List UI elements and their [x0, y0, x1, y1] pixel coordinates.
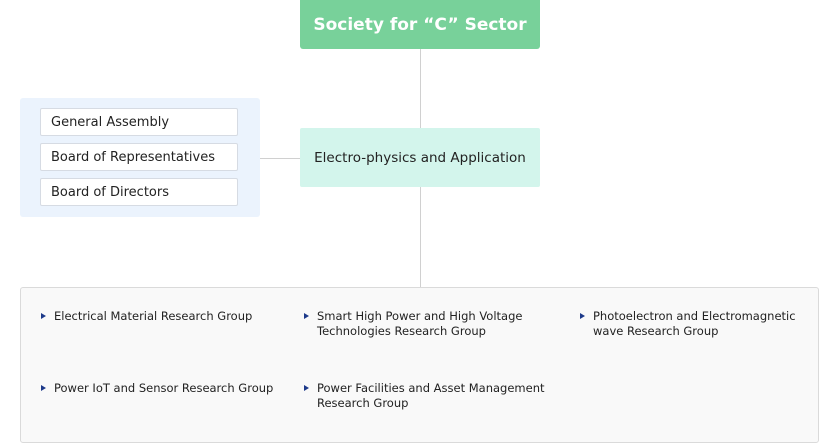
bullet-triangle-icon [41, 313, 46, 319]
group-label: Power IoT and Sensor Research Group [54, 381, 273, 396]
group-smart-high-power: Smart High Power and High Voltage Techno… [304, 309, 522, 339]
bullet-triangle-icon [304, 385, 309, 391]
group-label-line: wave Research Group [593, 324, 719, 338]
society-title: Society for “C” Sector [313, 14, 527, 35]
group-electrical-material: Electrical Material Research Group [41, 309, 252, 324]
group-photoelectron: Photoelectron and Electromagnetic wave R… [580, 309, 796, 339]
board-item-label: General Assembly [51, 114, 170, 130]
group-power-facilities: Power Facilities and Asset Management Re… [304, 381, 545, 411]
group-label: Power Facilities and Asset Management Re… [317, 381, 545, 411]
group-label-line: Smart High Power and High Voltage [317, 309, 523, 323]
group-label-line: Photoelectron and Electromagnetic [593, 309, 796, 323]
connector-boards-to-division [260, 158, 300, 159]
group-label-line: Electrical Material Research Group [54, 309, 253, 323]
board-item-label: Board of Representatives [51, 149, 216, 165]
boards-panel: General Assembly Board of Representative… [20, 98, 260, 217]
group-label-line: Power IoT and Sensor Research Group [54, 381, 274, 395]
board-item-representatives: Board of Representatives [40, 143, 238, 171]
bullet-triangle-icon [580, 313, 585, 319]
research-groups-panel: Electrical Material Research Group Smart… [20, 287, 819, 443]
group-label-line: Technologies Research Group [317, 324, 486, 338]
division-node: Electro-physics and Application [300, 128, 540, 187]
division-title: Electro-physics and Application [314, 149, 526, 166]
society-node: Society for “C” Sector [300, 0, 540, 49]
group-label-line: Power Facilities and Asset Management [317, 381, 545, 395]
group-label: Photoelectron and Electromagnetic wave R… [593, 309, 796, 339]
group-label: Smart High Power and High Voltage Techno… [317, 309, 522, 339]
group-label-line: Research Group [317, 396, 409, 410]
connector-top-to-division [420, 49, 421, 128]
bullet-triangle-icon [41, 385, 46, 391]
group-power-iot: Power IoT and Sensor Research Group [41, 381, 273, 396]
board-item-directors: Board of Directors [40, 178, 238, 206]
bullet-triangle-icon [304, 313, 309, 319]
connector-division-to-groups [420, 187, 421, 287]
group-label: Electrical Material Research Group [54, 309, 252, 324]
board-item-general-assembly: General Assembly [40, 108, 238, 136]
board-item-label: Board of Directors [51, 184, 169, 200]
